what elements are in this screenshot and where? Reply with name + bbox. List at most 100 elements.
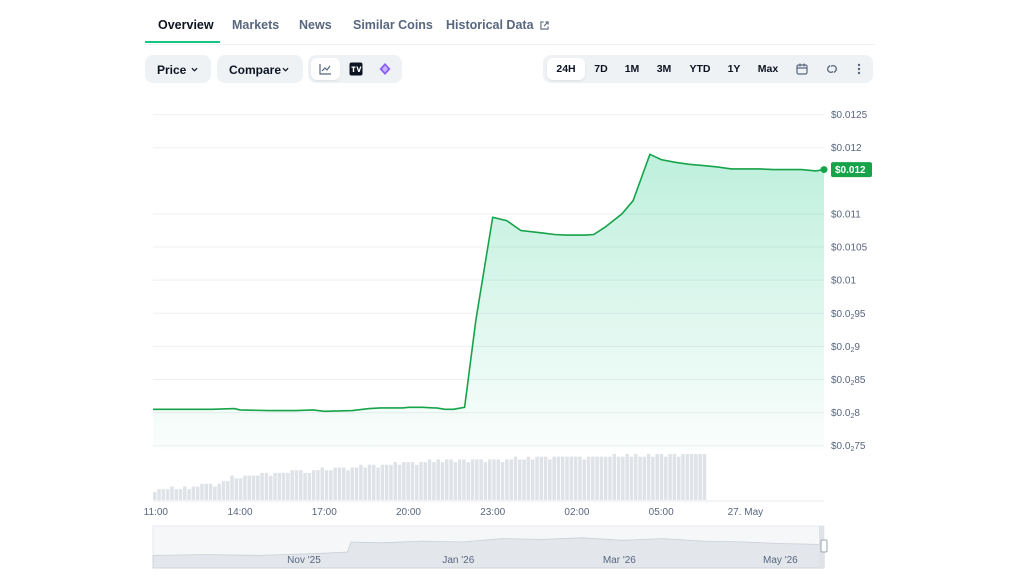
volume-bar xyxy=(290,470,294,500)
volume-bar xyxy=(397,464,402,500)
volume-bar xyxy=(294,470,299,500)
x-tick-label: 11:00 xyxy=(144,507,169,518)
volume-bar xyxy=(170,486,174,500)
volume-bar xyxy=(221,481,226,500)
volume-bar xyxy=(341,467,346,500)
y-tick-label: $0.0275 xyxy=(831,441,866,453)
navigator-label: Nov '25 xyxy=(287,555,321,566)
volume-bar xyxy=(612,454,617,500)
volume-bar xyxy=(513,456,518,500)
volume-bar xyxy=(183,486,187,500)
volume-bar xyxy=(625,454,629,500)
volume-bar xyxy=(496,459,501,500)
volume-bar xyxy=(427,459,432,500)
volume-bar xyxy=(363,467,367,500)
volume-bar xyxy=(346,470,350,500)
volume-bar xyxy=(599,456,604,500)
volume-bar xyxy=(208,483,213,500)
current-price-dot xyxy=(820,166,828,174)
volume-bar xyxy=(672,454,677,500)
volume-bar xyxy=(393,462,397,500)
volume-bar xyxy=(603,456,608,500)
volume-bar xyxy=(685,454,690,500)
volume-bar xyxy=(260,472,264,500)
volume-bar xyxy=(226,481,230,500)
volume-bar xyxy=(243,475,247,500)
x-tick-label: 23:00 xyxy=(480,507,505,518)
volume-bar xyxy=(410,462,415,500)
volume-bar xyxy=(608,456,612,500)
volume-bar xyxy=(187,489,191,500)
volume-bar xyxy=(350,467,355,500)
volume-bar xyxy=(535,456,539,500)
volume-bar xyxy=(651,456,655,500)
volume-bar xyxy=(582,459,586,500)
volume-bar xyxy=(445,459,449,500)
volume-bar xyxy=(238,478,243,500)
volume-bar xyxy=(423,462,428,500)
volume-bar xyxy=(281,472,286,500)
volume-bar xyxy=(440,462,445,500)
y-tick-label: $0.0295 xyxy=(831,309,866,321)
volume-bar xyxy=(475,459,479,500)
volume-bar xyxy=(376,467,380,500)
volume-bar xyxy=(204,483,209,500)
volume-bar xyxy=(402,462,406,500)
volume-bar xyxy=(479,459,483,500)
volume-bar xyxy=(303,472,307,500)
volume-bar xyxy=(286,472,290,500)
volume-bar xyxy=(380,464,385,500)
volume-bar xyxy=(191,486,196,500)
volume-bar xyxy=(307,472,312,500)
volume-bar xyxy=(200,483,204,500)
x-tick-label: 27. May xyxy=(728,507,764,518)
y-tick-label: $0.012 xyxy=(831,143,862,154)
x-tick-label: 05:00 xyxy=(649,507,674,518)
volume-bar xyxy=(509,459,513,500)
volume-bar xyxy=(552,456,556,500)
volume-bar xyxy=(333,467,337,500)
volume-bar xyxy=(530,459,535,500)
x-tick-label: 02:00 xyxy=(564,507,589,518)
volume-bar xyxy=(178,489,183,500)
volume-bar xyxy=(676,456,681,500)
volume-bar xyxy=(569,456,574,500)
volume-bar xyxy=(311,470,316,500)
volume-bar xyxy=(419,462,423,500)
navigator-label: Mar '26 xyxy=(603,555,636,566)
volume-bar xyxy=(573,456,578,500)
volume-bar xyxy=(591,456,595,500)
volume-bar xyxy=(664,456,668,500)
volume-bar xyxy=(268,475,273,500)
volume-bar xyxy=(217,483,221,500)
volume-bar xyxy=(646,454,651,500)
volume-bar xyxy=(320,467,324,500)
volume-bar xyxy=(668,454,672,500)
volume-bar xyxy=(195,486,200,500)
volume-bar xyxy=(251,475,256,500)
volume-bar xyxy=(462,459,466,500)
volume-bar xyxy=(247,475,251,500)
navigator[interactable]: Nov '25 Jan '26 Mar '26 May '26 xyxy=(152,525,828,569)
y-tick-label: $0.0285 xyxy=(831,375,866,387)
volume-bar xyxy=(372,464,376,500)
volume-bar xyxy=(616,456,621,500)
volume-bar xyxy=(548,459,552,500)
volume-bar xyxy=(556,456,561,500)
volume-bar xyxy=(432,462,436,500)
volume-bars xyxy=(153,454,824,502)
volume-bar xyxy=(256,475,260,500)
y-tick-label: $0.0105 xyxy=(831,243,868,254)
price-area xyxy=(153,154,824,450)
volume-bar xyxy=(329,470,333,500)
volume-bar xyxy=(487,459,492,500)
volume-bar xyxy=(299,470,303,500)
volume-bar xyxy=(526,456,531,500)
volume-bar xyxy=(273,472,277,500)
volume-bar xyxy=(629,456,634,500)
volume-bar xyxy=(234,478,239,500)
volume-bar xyxy=(324,470,329,500)
volume-bar xyxy=(518,459,522,500)
volume-bar xyxy=(277,472,282,500)
navigator-label: Jan '26 xyxy=(442,555,474,566)
